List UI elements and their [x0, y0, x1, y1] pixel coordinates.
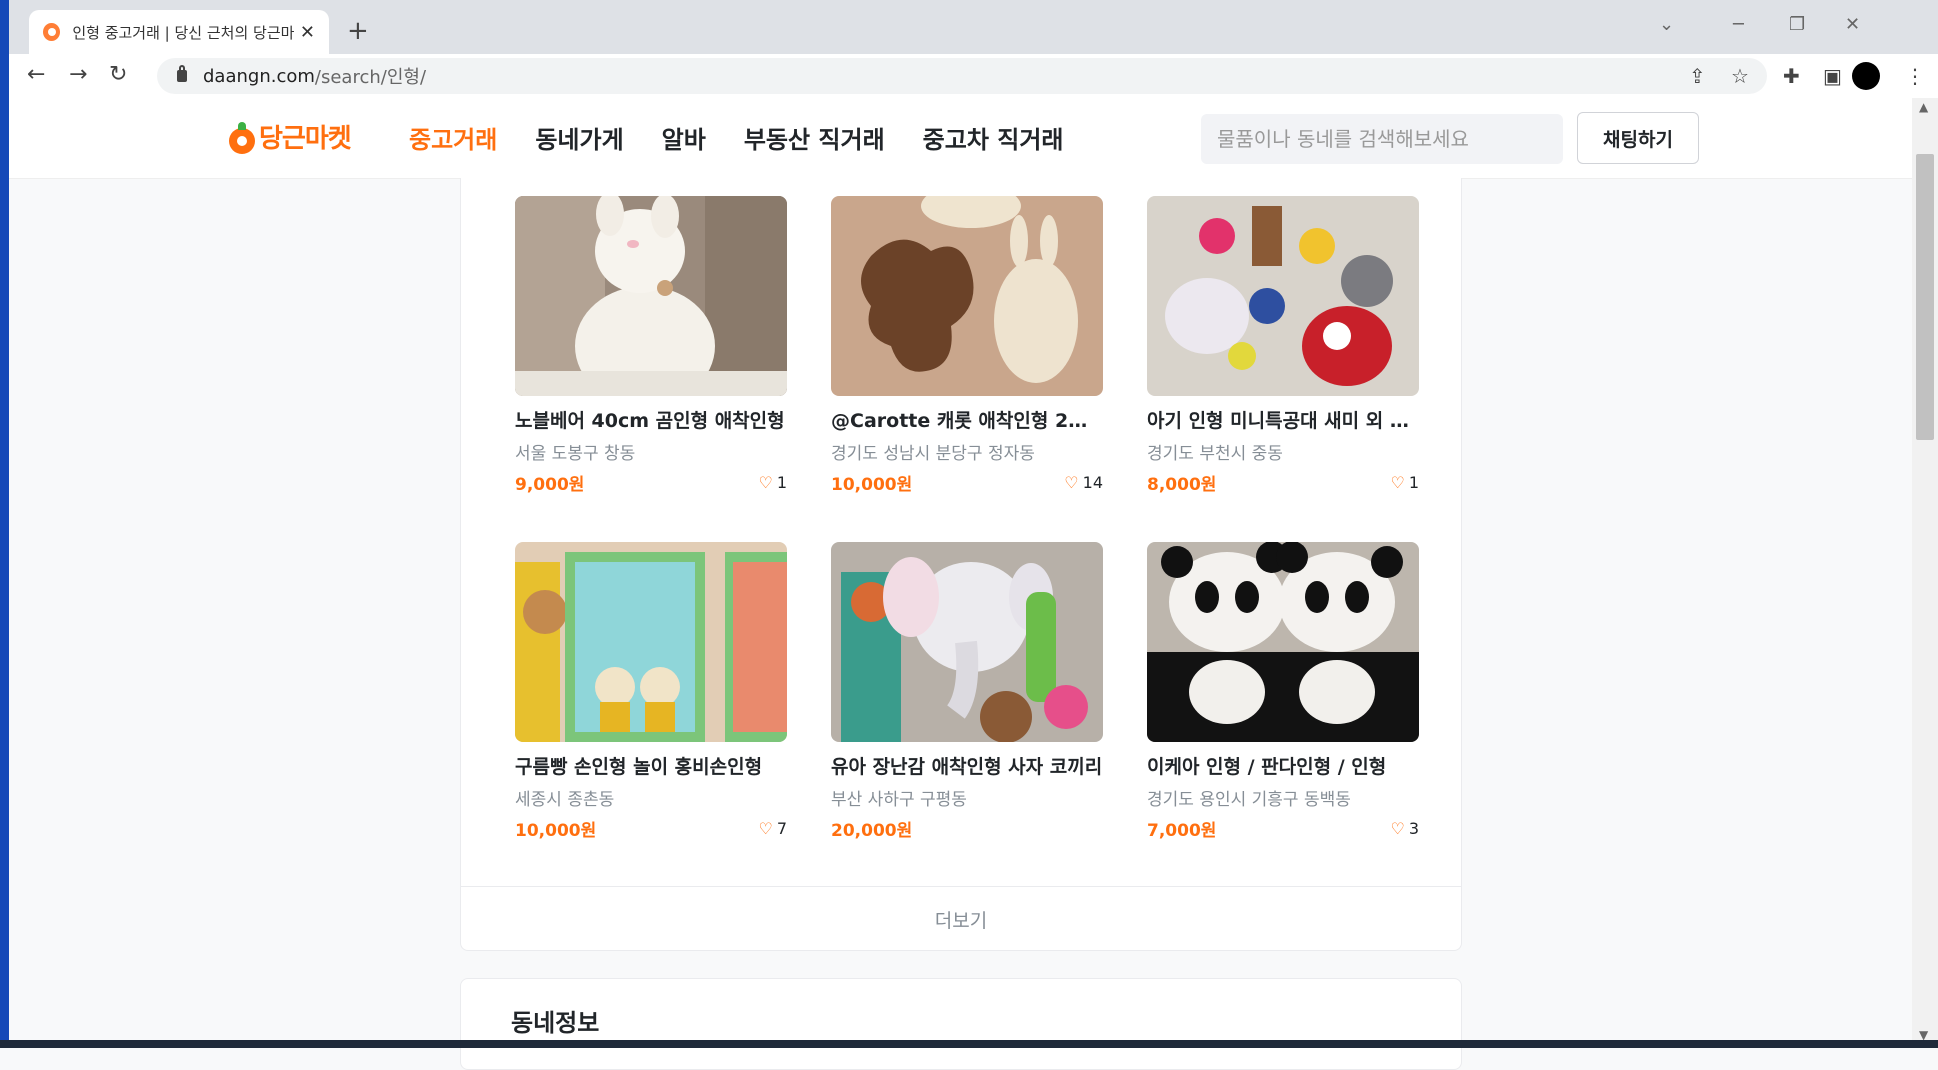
product-title: 이케아 인형 / 판다인형 / 인형: [1147, 756, 1387, 778]
product-card[interactable]: @Carotte 캐롯 애착인형 2개 일괄 경기도 성남시 분당구 정자동 1…: [831, 196, 1103, 495]
back-icon[interactable]: ←: [27, 62, 45, 87]
chat-button[interactable]: 채팅하기: [1577, 112, 1699, 164]
product-image: [831, 196, 1103, 396]
site-header: 당근마켓 중고거래 동네가게 알바 부동산 직거래 중고차 직거래 채팅하기: [9, 98, 1921, 179]
favicon-icon: [43, 23, 61, 41]
heart-icon: ♡: [758, 819, 773, 838]
main-nav: 중고거래 동네가게 알바 부동산 직거래 중고차 직거래: [409, 120, 1064, 155]
heart-icon: ♡: [1064, 473, 1079, 492]
share-icon[interactable]: ⇪: [1689, 64, 1706, 88]
product-image: [515, 542, 787, 742]
address-bar-row: ← → ↻ daangn.com /search/인형/ ⇪ ☆ ✚ ▣ ⋮: [9, 54, 1938, 98]
like-count: 7: [776, 819, 787, 838]
product-price: 7,000원: [1147, 821, 1217, 841]
product-image: [831, 542, 1103, 742]
product-title: 구름빵 손인형 놀이 홍비손인형: [515, 756, 763, 778]
product-price: 8,000원: [1147, 475, 1217, 495]
like-count: 1: [1408, 473, 1419, 492]
product-price: 20,000원: [831, 821, 913, 841]
url-input[interactable]: daangn.com /search/인형/: [157, 58, 1767, 94]
profile-avatar[interactable]: [1852, 62, 1880, 90]
scroll-up-icon[interactable]: ▲: [1919, 100, 1928, 114]
search-results-card: 노블베어 40cm 곰인형 애착인형 서울 도봉구 창동 9,000원 ♡ 1 …: [460, 178, 1462, 951]
product-likes: ♡ 14: [1064, 473, 1103, 492]
product-location: 부산 사하구 구평동: [831, 790, 967, 810]
site-logo[interactable]: 당근마켓: [229, 118, 352, 155]
neighborhood-info-card: 동네정보: [460, 978, 1462, 1070]
extensions-icon[interactable]: ✚: [1783, 64, 1800, 88]
product-title: 노블베어 40cm 곰인형 애착인형: [515, 410, 785, 432]
product-likes: ♡ 3: [1390, 819, 1419, 838]
like-count: 14: [1082, 473, 1103, 492]
product-location: 경기도 성남시 분당구 정자동: [831, 444, 1035, 464]
new-tab-button[interactable]: +: [347, 16, 369, 46]
heart-icon: ♡: [758, 473, 773, 492]
product-card[interactable]: 노블베어 40cm 곰인형 애착인형 서울 도봉구 창동 9,000원 ♡ 1: [515, 196, 787, 495]
browser-tab-strip: 인형 중고거래 | 당신 근처의 당근마켓 ✕ + ⌄ ─ ❐ ✕: [9, 0, 1938, 54]
product-card[interactable]: 아기 인형 미니특공대 새미 외 인형 경기도 부천시 중동 8,000원 ♡ …: [1147, 196, 1419, 495]
search-input[interactable]: [1201, 114, 1563, 164]
nav-used-trade[interactable]: 중고거래: [409, 120, 497, 155]
heart-icon: ♡: [1390, 819, 1405, 838]
product-location: 세종시 종촌동: [515, 790, 615, 810]
product-title: 아기 인형 미니특공대 새미 외 인형: [1147, 410, 1419, 432]
side-panel-icon[interactable]: ▣: [1823, 64, 1842, 88]
browser-tab[interactable]: 인형 중고거래 | 당신 근처의 당근마켓 ✕: [29, 10, 329, 54]
window-close-icon[interactable]: ✕: [1845, 14, 1860, 35]
restore-icon[interactable]: ❐: [1789, 14, 1805, 35]
forward-icon[interactable]: →: [69, 62, 87, 87]
product-card[interactable]: 이케아 인형 / 판다인형 / 인형 경기도 용인시 기흥구 동백동 7,000…: [1147, 542, 1419, 841]
heart-icon: ♡: [1390, 473, 1405, 492]
menu-icon[interactable]: ⋮: [1905, 64, 1925, 88]
carrot-logo-icon: [229, 121, 255, 154]
product-title: @Carotte 캐롯 애착인형 2개 일괄: [831, 410, 1103, 432]
product-likes: ♡ 1: [758, 473, 787, 492]
tab-search-icon[interactable]: ⌄: [1659, 14, 1674, 35]
product-title: 유아 장난감 애착인형 사자 코끼리: [831, 756, 1103, 778]
os-taskbar: [0, 1040, 1938, 1048]
like-count: 1: [776, 473, 787, 492]
product-likes: ♡ 1: [1390, 473, 1419, 492]
logo-text: 당근마켓: [259, 124, 352, 154]
nav-real-estate[interactable]: 부동산 직거래: [744, 120, 885, 155]
product-image: [1147, 542, 1419, 742]
desktop-edge: [0, 0, 9, 1048]
url-path: /search/인형/: [314, 67, 427, 88]
product-likes: ♡ 7: [758, 819, 787, 838]
more-button[interactable]: 더보기: [461, 886, 1461, 951]
minimize-icon[interactable]: ─: [1733, 14, 1744, 35]
page-scrollbar[interactable]: ▲ ▼: [1912, 98, 1938, 1048]
product-price: 10,000원: [515, 821, 597, 841]
tab-title: 인형 중고거래 | 당신 근처의 당근마켓: [72, 23, 294, 42]
bookmark-star-icon[interactable]: ☆: [1731, 64, 1749, 88]
reload-icon[interactable]: ↻: [109, 62, 127, 87]
product-price: 10,000원: [831, 475, 913, 495]
tab-close-icon[interactable]: ✕: [300, 22, 315, 43]
lock-icon: [177, 65, 187, 82]
product-price: 9,000원: [515, 475, 585, 495]
product-image: [1147, 196, 1419, 396]
nav-used-cars[interactable]: 중고차 직거래: [923, 120, 1064, 155]
scrollbar-thumb[interactable]: [1916, 154, 1934, 440]
product-location: 경기도 용인시 기흥구 동백동: [1147, 790, 1351, 810]
product-location: 서울 도봉구 창동: [515, 444, 636, 464]
url-host: daangn.com: [203, 65, 315, 87]
product-card[interactable]: 유아 장난감 애착인형 사자 코끼리 부산 사하구 구평동 20,000원: [831, 542, 1103, 841]
like-count: 3: [1408, 819, 1419, 838]
nav-part-time-jobs[interactable]: 알바: [662, 120, 706, 155]
nav-local-stores[interactable]: 동네가게: [535, 120, 623, 155]
product-card[interactable]: 구름빵 손인형 놀이 홍비손인형 세종시 종촌동 10,000원 ♡ 7: [515, 542, 787, 841]
product-image: [515, 196, 787, 396]
section-title: 동네정보: [511, 1009, 600, 1037]
product-location: 경기도 부천시 중동: [1147, 444, 1283, 464]
